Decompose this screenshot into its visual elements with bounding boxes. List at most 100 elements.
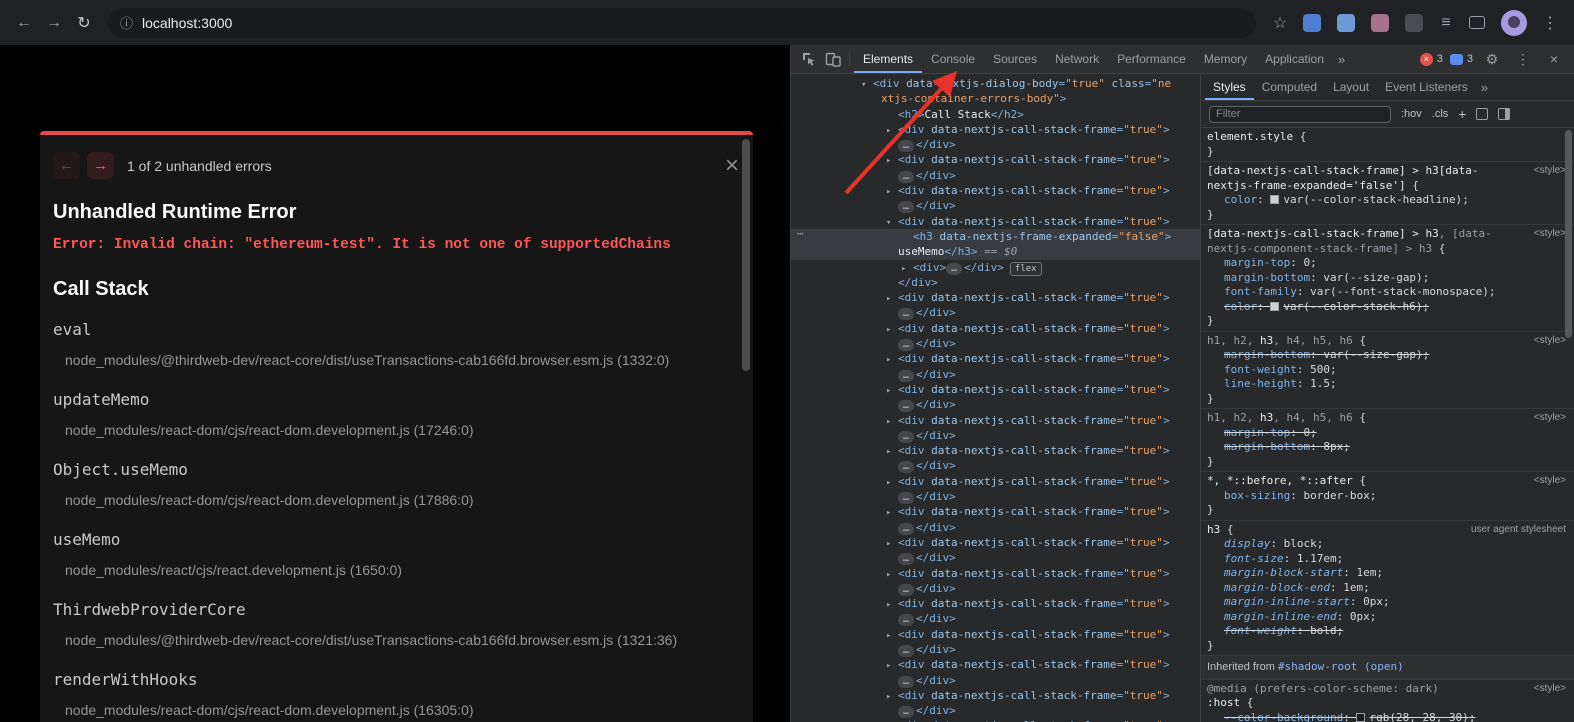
dom-tree-row[interactable]: …</div> bbox=[791, 489, 1200, 504]
css-property[interactable]: display: block; bbox=[1207, 537, 1566, 552]
sidebar-tab-event-listeners[interactable]: Event Listeners bbox=[1377, 74, 1476, 100]
dom-tree-row[interactable]: </div> bbox=[791, 275, 1200, 290]
dom-tree-row[interactable]: ▸<div data-nextjs-call-stack-frame="true… bbox=[791, 443, 1200, 458]
tab-memory[interactable]: Memory bbox=[1195, 45, 1256, 73]
dom-tree-row[interactable]: ▸<div data-nextjs-call-stack-frame="true… bbox=[791, 290, 1200, 305]
flex-badge[interactable]: flex bbox=[1010, 262, 1042, 276]
class-toggle[interactable]: .cls bbox=[1432, 108, 1449, 120]
css-property[interactable]: box-sizing: border-box; bbox=[1207, 489, 1566, 504]
sidebar-tab-layout[interactable]: Layout bbox=[1325, 74, 1377, 100]
issues-badge[interactable]: 3 bbox=[1450, 53, 1473, 65]
dom-tree-row[interactable]: ▸<div data-nextjs-call-stack-frame="true… bbox=[791, 382, 1200, 397]
dom-tree-row[interactable]: …</div> bbox=[791, 305, 1200, 320]
previous-error-button[interactable]: ← bbox=[53, 152, 80, 179]
css-property[interactable]: font-size: 1.17em; bbox=[1207, 552, 1566, 567]
dom-tree-row[interactable]: ▾<div data-nextjs-call-stack-frame="true… bbox=[791, 214, 1200, 229]
expand-ellipsis-icon[interactable]: … bbox=[898, 431, 914, 443]
dom-tree-row[interactable]: ▸<div data-nextjs-call-stack-frame="true… bbox=[791, 504, 1200, 519]
dom-tree-row[interactable]: ▸<div data-nextjs-call-stack-frame="true… bbox=[791, 152, 1200, 167]
expand-ellipsis-icon[interactable]: … bbox=[898, 201, 914, 213]
dom-tree-row[interactable]: …</div> bbox=[791, 367, 1200, 382]
css-selector[interactable]: *, *::before, *::after { bbox=[1207, 474, 1566, 489]
browser-menu-icon[interactable]: ⋮ bbox=[1536, 9, 1564, 37]
expand-ellipsis-icon[interactable]: … bbox=[898, 706, 914, 718]
styles-filter-input[interactable] bbox=[1209, 106, 1391, 123]
dom-tree-row[interactable]: ▸<div data-nextjs-call-stack-frame="true… bbox=[791, 351, 1200, 366]
dom-tree-row[interactable]: ▸<div data-nextjs-call-stack-frame="true… bbox=[791, 535, 1200, 550]
css-property[interactable]: color: var(--color-stack-h6); bbox=[1207, 300, 1566, 315]
tab-console[interactable]: Console bbox=[922, 45, 984, 73]
css-selector[interactable]: [data-nextjs-call-stack-frame] > h3[data… bbox=[1207, 164, 1566, 193]
expand-ellipsis-icon[interactable]: … bbox=[946, 263, 962, 275]
dom-tree-row[interactable]: …</div> bbox=[791, 611, 1200, 626]
color-swatch[interactable] bbox=[1270, 302, 1279, 311]
css-property[interactable]: margin-block-start: 1em; bbox=[1207, 566, 1566, 581]
rule-source-link[interactable]: <style> bbox=[1534, 164, 1566, 179]
expand-ellipsis-icon[interactable]: … bbox=[898, 645, 914, 657]
sidebar-tab-styles[interactable]: Styles bbox=[1205, 74, 1254, 100]
twisty-closed-icon[interactable]: ▸ bbox=[886, 154, 898, 169]
dom-tree-row[interactable]: ▸<div data-nextjs-call-stack-frame="true… bbox=[791, 321, 1200, 336]
new-style-rule-button[interactable]: + bbox=[1458, 106, 1466, 122]
expand-ellipsis-icon[interactable]: … bbox=[898, 370, 914, 382]
dom-tree-row[interactable]: …</div> bbox=[791, 642, 1200, 657]
css-property[interactable]: margin-block-end: 1em; bbox=[1207, 581, 1566, 596]
twisty-closed-icon[interactable]: ▸ bbox=[886, 598, 898, 613]
css-property[interactable]: margin-inline-end: 0px; bbox=[1207, 610, 1566, 625]
tab-sources[interactable]: Sources bbox=[984, 45, 1046, 73]
computed-panel-icon[interactable] bbox=[1498, 108, 1510, 120]
twisty-closed-icon[interactable]: ▸ bbox=[886, 353, 898, 368]
expand-ellipsis-icon[interactable]: … bbox=[898, 461, 914, 473]
selected-node-text[interactable]: useMemo bbox=[898, 245, 944, 258]
twisty-closed-icon[interactable]: ▸ bbox=[886, 415, 898, 430]
twisty-closed-icon[interactable]: ▸ bbox=[886, 124, 898, 139]
dom-tree-row[interactable]: ▸<div data-nextjs-call-stack-frame="true… bbox=[791, 122, 1200, 137]
expand-ellipsis-icon[interactable]: … bbox=[898, 676, 914, 688]
expand-ellipsis-icon[interactable]: … bbox=[898, 140, 914, 152]
dom-tree-row[interactable]: ▸<div data-nextjs-call-stack-frame="true… bbox=[791, 657, 1200, 672]
tab-application[interactable]: Application bbox=[1256, 45, 1333, 73]
expand-ellipsis-icon[interactable]: … bbox=[898, 171, 914, 183]
dom-tree-row[interactable]: ▸<div data-nextjs-call-stack-frame="true… bbox=[791, 688, 1200, 703]
dom-tree-row[interactable]: …</div> bbox=[791, 458, 1200, 473]
dom-overflow-ellipsis[interactable]: ⋯ bbox=[797, 227, 804, 240]
expand-ellipsis-icon[interactable]: … bbox=[898, 553, 914, 565]
css-property[interactable]: font-weight: 500; bbox=[1207, 363, 1566, 378]
expand-ellipsis-icon[interactable]: … bbox=[898, 523, 914, 535]
tab-performance[interactable]: Performance bbox=[1108, 45, 1195, 73]
dom-tree-row[interactable]: …</div> bbox=[791, 428, 1200, 443]
twisty-closed-icon[interactable]: ▸ bbox=[886, 629, 898, 644]
back-icon[interactable]: ← bbox=[10, 9, 38, 37]
expand-ellipsis-icon[interactable]: … bbox=[898, 400, 914, 412]
dom-tree-row[interactable]: …</div> bbox=[791, 550, 1200, 565]
dom-tree-row[interactable]: useMemo</h3> == $0 bbox=[791, 244, 1200, 259]
devtools-menu-icon[interactable]: ⋮ bbox=[1511, 47, 1535, 71]
css-selector[interactable]: [data-nextjs-call-stack-frame] > h3, [da… bbox=[1207, 227, 1566, 256]
dom-tree-row[interactable]: …</div> bbox=[791, 137, 1200, 152]
expand-ellipsis-icon[interactable]: … bbox=[898, 614, 914, 626]
css-property[interactable]: font-weight: bold; bbox=[1207, 624, 1566, 639]
twisty-closed-icon[interactable]: ▸ bbox=[886, 537, 898, 552]
dom-tree-row[interactable]: ▸<div data-nextjs-call-stack-frame="true… bbox=[791, 413, 1200, 428]
twisty-closed-icon[interactable]: ▸ bbox=[886, 568, 898, 583]
dom-tree-row[interactable]: …</div> bbox=[791, 581, 1200, 596]
sidebar-more-tabs-icon[interactable]: » bbox=[1476, 80, 1493, 95]
twisty-closed-icon[interactable]: ▸ bbox=[886, 185, 898, 200]
tab-network[interactable]: Network bbox=[1046, 45, 1108, 73]
dom-tree-row[interactable]: …</div> bbox=[791, 703, 1200, 718]
console-errors-badge[interactable]: 3 bbox=[1420, 53, 1443, 66]
rule-source-link[interactable]: user agent stylesheet bbox=[1471, 523, 1566, 538]
expand-ellipsis-icon[interactable]: … bbox=[898, 339, 914, 351]
css-media-query[interactable]: @media (prefers-color-scheme: dark) bbox=[1207, 682, 1566, 697]
dom-tree-row[interactable]: …</div> bbox=[791, 673, 1200, 688]
expand-ellipsis-icon[interactable]: … bbox=[898, 492, 914, 504]
twisty-closed-icon[interactable]: ▸ bbox=[886, 659, 898, 674]
dom-tree-row[interactable]: ▸<div data-nextjs-call-stack-frame="true… bbox=[791, 718, 1200, 722]
css-property[interactable]: margin-bottom: var(--size-gap); bbox=[1207, 348, 1566, 363]
dialog-close-icon[interactable]: × bbox=[725, 154, 739, 178]
css-property[interactable]: --color-background: rgb(28, 28, 30); bbox=[1207, 711, 1566, 722]
dom-tree-row[interactable]: …</div> bbox=[791, 198, 1200, 213]
extension-icon-3[interactable] bbox=[1371, 14, 1389, 32]
forward-icon[interactable]: → bbox=[40, 9, 68, 37]
dialog-scrollbar-thumb[interactable] bbox=[742, 139, 750, 371]
